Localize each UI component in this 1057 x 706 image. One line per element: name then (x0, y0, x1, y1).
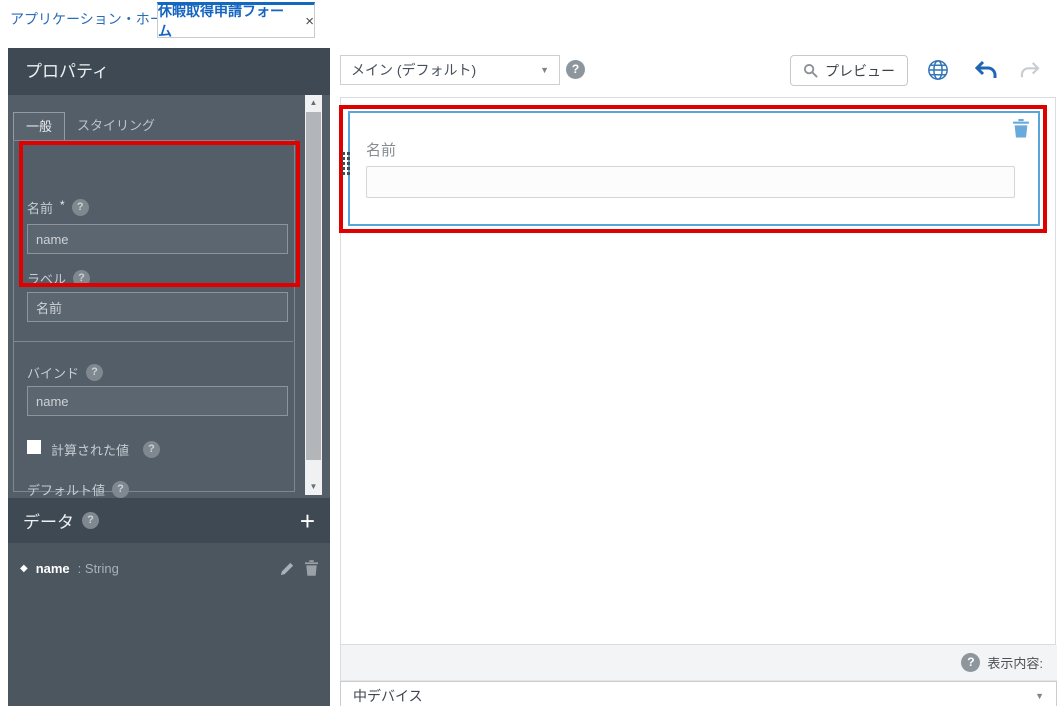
help-icon[interactable]: ? (143, 441, 161, 458)
scroll-down-icon[interactable]: ▼ (305, 479, 322, 495)
scroll-up-icon[interactable]: ▲ (305, 95, 322, 111)
help-icon[interactable]: ? (73, 270, 91, 287)
drag-handle-icon[interactable] (342, 152, 350, 175)
tab-form-label: 休暇取得申請フォーム (158, 3, 284, 39)
scrollbar-thumb[interactable] (306, 112, 321, 460)
computed-value-label-text: 計算された値 (51, 443, 130, 458)
bind-input[interactable] (27, 386, 288, 416)
canvas-footer: ? 表示内容: (340, 645, 1057, 681)
globe-icon[interactable] (927, 59, 949, 81)
device-select-value: 中デバイス (353, 688, 423, 704)
properties-tabs: 一般 スタイリング (13, 112, 167, 140)
delete-trash-icon[interactable] (305, 560, 318, 576)
required-asterisk: * (60, 197, 65, 212)
data-item-row[interactable]: ◆ name : String (20, 560, 318, 576)
bind-field-label: バインド ? (27, 363, 104, 382)
chevron-down-icon: ▼ (540, 65, 549, 75)
delete-component-icon[interactable] (1013, 119, 1029, 138)
help-icon[interactable]: ? (71, 199, 89, 216)
data-panel-title: データ (23, 513, 74, 532)
help-icon[interactable]: ? (566, 60, 585, 79)
default-value-label: デフォルト値 ? (27, 480, 130, 499)
component-text-input[interactable] (366, 166, 1015, 198)
redo-icon[interactable] (1020, 62, 1040, 79)
name-field-label: 名前 * ? (27, 198, 89, 217)
computed-value-checkbox[interactable] (27, 440, 41, 454)
preview-button-label: プレビュー (825, 62, 895, 79)
help-icon[interactable]: ? (112, 481, 130, 498)
close-icon[interactable]: × (305, 13, 314, 30)
data-panel-header: データ ? + (8, 498, 330, 543)
label-field-label-text: ラベル (27, 272, 67, 287)
layout-select-value: メイン (デフォルト) (351, 62, 477, 78)
layout-select[interactable]: メイン (デフォルト) ▼ (340, 55, 560, 85)
computed-value-label: 計算された値 ? (51, 440, 161, 459)
tab-form[interactable]: 休暇取得申請フォーム × (157, 2, 315, 39)
tab-general[interactable]: 一般 (13, 112, 66, 140)
properties-scrollbar[interactable]: ▲ ▼ (305, 95, 322, 495)
undo-icon[interactable] (975, 61, 997, 80)
label-field-label: ラベル ? (27, 269, 91, 288)
preview-button[interactable]: プレビュー (790, 55, 908, 86)
tab-application-home[interactable]: アプリケーション・ホーム (10, 0, 177, 38)
component-field-label: 名前 (366, 142, 397, 159)
app-root: アプリケーション・ホーム 休暇取得申請フォーム × プロパティ 一般 スタイリン… (0, 0, 1057, 706)
edit-pencil-icon[interactable] (280, 561, 295, 576)
data-panel-body: ◆ name : String (8, 543, 330, 706)
display-content-label: 表示内容: (987, 656, 1043, 671)
chevron-down-icon: ▼ (1035, 691, 1044, 701)
tab-styling[interactable]: スタイリング (65, 112, 167, 140)
device-select[interactable]: 中デバイス ▼ (340, 681, 1057, 706)
add-data-icon[interactable]: + (300, 508, 315, 534)
name-input[interactable] (27, 224, 288, 254)
help-icon[interactable]: ? (86, 364, 104, 381)
bind-field-label-text: バインド (27, 366, 80, 381)
data-item-type: : String (77, 560, 119, 576)
default-value-label-text: デフォルト値 (27, 483, 106, 498)
properties-panel-title: プロパティ (8, 48, 330, 95)
diamond-icon: ◆ (20, 562, 28, 574)
help-icon[interactable]: ? (961, 653, 981, 672)
section-divider (13, 341, 293, 342)
selected-name-component[interactable]: 名前 (348, 111, 1040, 226)
properties-panel: プロパティ 一般 スタイリング 名前 * ? ラベル ? バインド ? 計算 (8, 48, 330, 706)
label-input[interactable] (27, 292, 288, 322)
search-icon (803, 63, 818, 78)
help-icon[interactable]: ? (82, 512, 99, 529)
name-field-label-text: 名前 (27, 201, 54, 216)
data-item-name: name (35, 560, 70, 576)
